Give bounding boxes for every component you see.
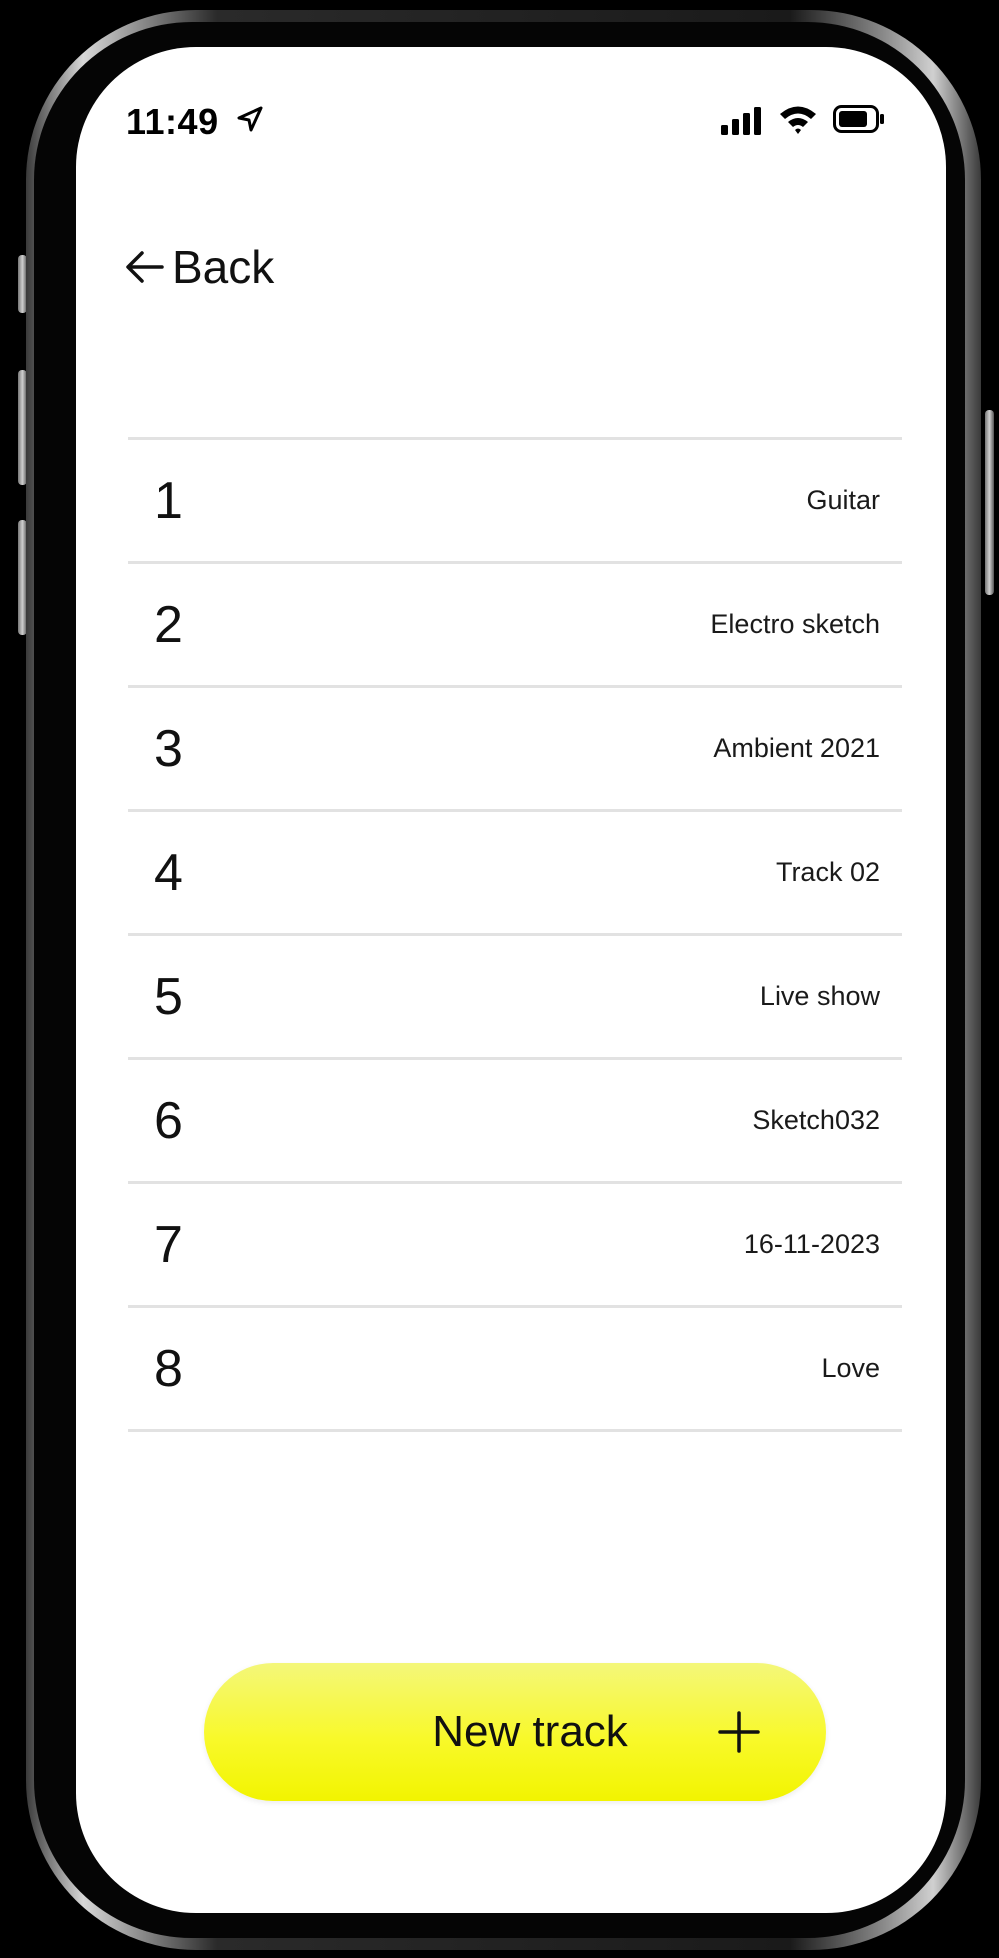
track-number: 2 <box>154 595 183 654</box>
track-number: 5 <box>154 967 183 1026</box>
track-name: 16-11-2023 <box>743 1229 880 1259</box>
status-bar: 11:49 <box>76 47 946 187</box>
track-name: Guitar <box>806 485 880 515</box>
track-name: Ambient 2021 <box>713 733 880 763</box>
device-stage: 11:49 Back 1 Guitar 2 Electro sketch 3 A… <box>0 0 999 1958</box>
track-name: Live show <box>759 981 880 1011</box>
battery-icon <box>833 105 884 133</box>
status-time: 11:49 <box>126 101 219 142</box>
track-row[interactable]: 3 Ambient 2021 <box>128 688 902 812</box>
track-name: Sketch032 <box>752 1105 880 1135</box>
cellular-signal-icon <box>721 107 761 135</box>
new-track-label: New track <box>432 1707 628 1756</box>
back-button[interactable]: Back <box>124 237 274 297</box>
back-label: Back <box>172 241 275 293</box>
track-number: 8 <box>154 1339 183 1398</box>
wifi-icon <box>780 106 816 134</box>
arrow-left-icon <box>126 251 164 283</box>
track-row[interactable]: 6 Sketch032 <box>128 1060 902 1184</box>
track-row[interactable]: 2 Electro sketch <box>128 564 902 688</box>
track-row[interactable]: 4 Track 02 <box>128 812 902 936</box>
track-number: 3 <box>154 719 183 778</box>
track-number: 7 <box>154 1215 183 1274</box>
track-row[interactable]: 7 16-11-2023 <box>128 1184 902 1308</box>
plus-icon <box>718 1711 760 1753</box>
track-row[interactable]: 1 Guitar <box>128 440 902 564</box>
track-list: 1 Guitar 2 Electro sketch 3 Ambient 2021… <box>128 437 902 1432</box>
track-number: 4 <box>154 843 183 902</box>
track-name: Electro sketch <box>710 609 880 639</box>
track-row[interactable]: 5 Live show <box>128 936 902 1060</box>
track-name: Love <box>821 1353 880 1383</box>
location-arrow-icon <box>237 106 263 132</box>
power-button <box>985 410 994 595</box>
track-number: 1 <box>154 471 183 530</box>
track-row[interactable]: 8 Love <box>128 1308 902 1432</box>
track-number: 6 <box>154 1091 183 1150</box>
app-screen: 11:49 Back 1 Guitar 2 Electro sketch 3 A… <box>76 47 946 1913</box>
track-name: Track 02 <box>775 857 880 887</box>
new-track-button[interactable]: New track <box>204 1663 826 1801</box>
